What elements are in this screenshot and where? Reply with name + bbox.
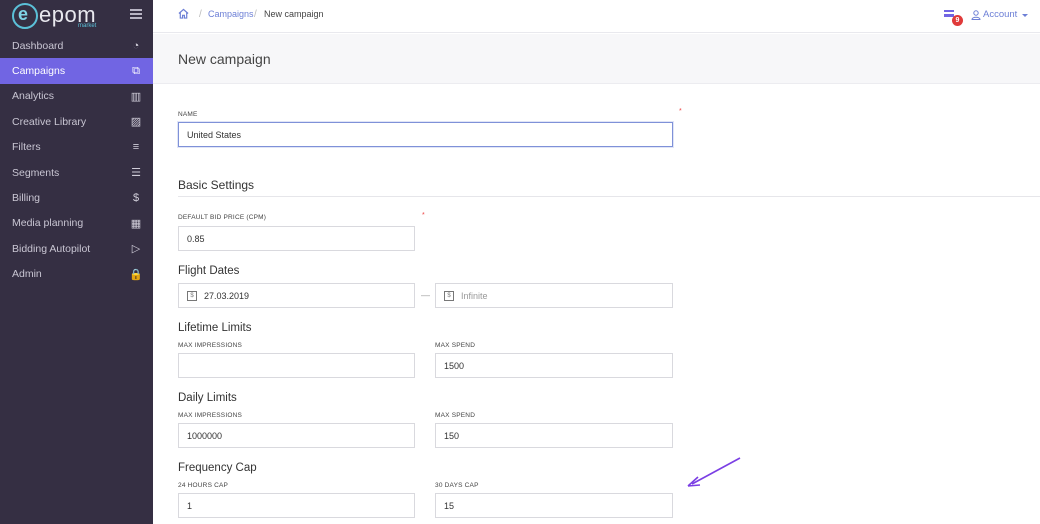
sidebar-item-label: Bidding Autopilot [12,242,91,255]
menu-toggle-icon[interactable] [130,9,142,19]
lifetime-max-impressions-input[interactable] [178,353,415,378]
name-input[interactable]: United States [178,122,673,147]
cap-30d-input[interactable]: 15 [435,493,673,518]
top-bar: / Campaigns / New campaign 9 Account [153,0,1040,33]
bar-chart-icon: ▥ [130,90,142,103]
required-marker: * [679,108,682,115]
daily-max-impressions-input[interactable]: 1000000 [178,423,415,448]
account-menu[interactable]: Account [971,9,1029,20]
name-label: NAME [178,111,198,118]
frequency-cap-heading: Frequency Cap [178,462,257,474]
dollar-icon: $ [132,192,140,205]
start-date-input[interactable]: $ 27.03.2019 [178,283,415,308]
sidebar-item-dashboard[interactable]: Dashboard ◔ [0,33,153,58]
calendar-icon: $ [444,290,454,301]
sidebar-item-creative-library[interactable]: Creative Library ▨ [0,109,153,134]
sidebar-item-label: Analytics [12,90,55,103]
sidebar-item-label: Media planning [12,217,84,230]
start-date-value: 27.03.2019 [204,290,250,301]
epom-logo[interactable]: e epom market [12,2,102,30]
sidebar-item-analytics[interactable]: Analytics ▥ [0,84,153,109]
breadcrumb-separator: / [254,9,257,20]
breadcrumb-separator: / [199,9,202,20]
user-icon [971,9,981,20]
sidebar-item-label: Segments [12,166,60,179]
sidebar-item-label: Creative Library [12,115,87,128]
image-icon: ▨ [130,116,142,129]
list-icon: ☰ [131,167,141,180]
sidebar-item-filters[interactable]: Filters ≡ [0,135,153,160]
gauge-icon: ◔ [132,39,140,52]
account-label: Account [983,9,1018,20]
home-icon[interactable] [178,8,189,19]
brand-sub: market [78,23,97,29]
lifetime-max-spend-label: MAX SPEND [435,342,476,349]
daily-max-spend-input[interactable]: 150 [435,423,673,448]
bid-price-label: DEFAULT BID PRICE (CPM) [178,214,267,221]
end-date-placeholder: Infinite [461,290,488,301]
lock-icon: 🔒 [129,268,143,281]
calendar-icon: ▦ [130,217,142,230]
annotation-arrow-icon [687,457,741,487]
cap-30d-label: 30 DAYS CAP [435,482,479,489]
bid-price-input[interactable]: 0.85 [178,226,415,251]
daily-limits-heading: Daily Limits [178,392,237,404]
sidebar-item-label: Filters [12,141,41,154]
page-title: New campaign [178,51,271,67]
chevron-down-icon [1022,13,1029,17]
lifetime-limits-heading: Lifetime Limits [178,322,252,334]
filter-icon: ≡ [132,141,140,154]
cap-24h-input[interactable]: 1 [178,493,415,518]
sidebar-nav: Dashboard ◔ Campaigns ⧉ Analytics ▥ Creative L… [0,33,153,287]
daily-max-spend-label: MAX SPEND [435,412,476,419]
cap-24h-label: 24 HOURS CAP [178,482,229,489]
page-header: New campaign [153,34,1040,84]
lifetime-max-impressions-label: MAX IMPRESSIONS [178,342,243,349]
sidebar-item-label: Dashboard [12,39,64,52]
sidebar-item-campaigns[interactable]: Campaigns ⧉ [0,58,153,84]
section-divider [178,196,1040,197]
notifications-button[interactable]: 9 [944,8,963,26]
breadcrumb-campaigns-link[interactable]: Campaigns [208,9,254,19]
breadcrumb-current: New campaign [264,9,324,19]
calendar-icon: $ [187,290,197,301]
flight-dates-heading: Flight Dates [178,265,240,277]
lifetime-max-spend-input[interactable]: 1500 [435,353,673,378]
sidebar-item-label: Admin [12,268,42,281]
sidebar-item-label: Billing [12,192,41,205]
sidebar-item-billing[interactable]: Billing $ [0,185,153,210]
end-date-input[interactable]: $ Infinite [435,283,673,308]
notifications-badge: 9 [952,15,963,26]
play-icon: ▷ [131,243,141,256]
date-range-dash: — [421,290,430,300]
sidebar: e epom market Dashboard ◔ Campaigns ⧉ Analyt… [0,0,153,524]
sidebar-item-media-planning[interactable]: Media planning ▦ [0,211,153,236]
required-marker: * [422,212,425,219]
sidebar-item-admin[interactable]: Admin 🔒 [0,262,153,287]
sidebar-item-label: Campaigns [12,65,66,78]
copy-icon: ⧉ [132,64,140,77]
logo-letter: e [18,4,29,24]
sidebar-item-segments[interactable]: Segments ☰ [0,160,153,185]
sidebar-item-bidding-autopilot[interactable]: Bidding Autopilot ▷ [0,236,153,261]
daily-max-impressions-label: MAX IMPRESSIONS [178,412,243,419]
basic-settings-heading: Basic Settings [178,178,255,192]
